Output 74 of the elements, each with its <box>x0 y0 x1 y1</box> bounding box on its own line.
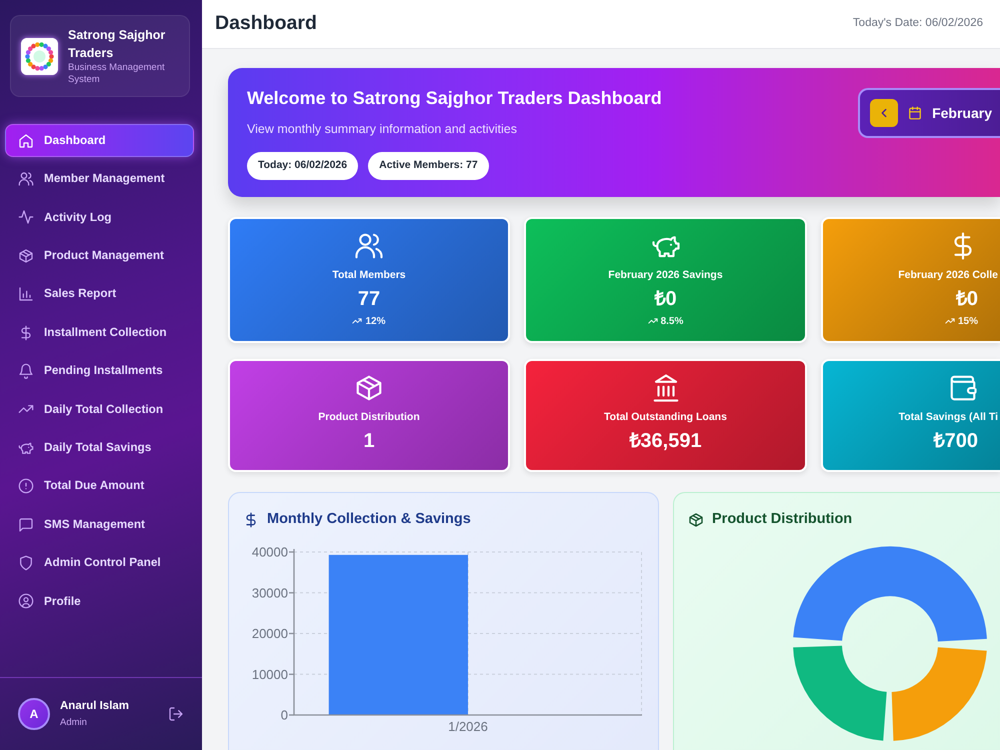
panel-title: Monthly Collection & Savings <box>267 510 471 529</box>
tick-mark <box>289 592 294 594</box>
trend-percent: 12% <box>365 314 386 329</box>
welcome-subtitle: View monthly summary information and activities <box>247 120 518 138</box>
welcome-title: Welcome to Satrong Sajghor Traders Dashboard <box>247 88 662 110</box>
axis-label: 30000 <box>252 585 288 600</box>
stat-title: February 2026 Colle <box>898 268 998 283</box>
box-icon <box>354 373 384 403</box>
stat-value: ₺700 <box>934 428 978 453</box>
sidebar-item[interactable]: Dashboard <box>5 124 194 158</box>
home-icon <box>18 132 34 149</box>
calendar-icon <box>908 106 922 120</box>
sidebar-item[interactable]: Daily Total Collection <box>5 392 194 426</box>
tick-mark <box>289 632 294 634</box>
stat-title: February 2026 Savings <box>608 268 723 283</box>
stat-value: ₺0 <box>956 286 978 311</box>
bell-icon <box>18 363 34 380</box>
axis-label: 20000 <box>252 626 288 641</box>
sidebar-item[interactable]: Pending Installments <box>5 354 194 388</box>
users-icon <box>18 171 34 188</box>
sidebar-item[interactable]: Admin Control Panel <box>5 546 194 580</box>
alert-icon <box>18 478 34 494</box>
stat-value: ₺36,591 <box>629 428 702 453</box>
previous-month-button[interactable] <box>870 99 898 127</box>
stat-value: 1 <box>363 428 375 453</box>
axis-label: 40000 <box>252 544 288 560</box>
user-circle-icon <box>18 593 34 610</box>
tick-mark <box>289 673 294 675</box>
panel-title: Product Distribution <box>712 510 852 529</box>
sidebar-item[interactable]: Product Management <box>5 239 194 273</box>
user-avatar: A <box>18 698 50 730</box>
box-icon <box>688 512 704 528</box>
stat-title: Total Members <box>332 268 406 283</box>
tick-mark <box>289 551 294 552</box>
wallet-icon <box>948 373 978 403</box>
sidebar-item[interactable]: Activity Log <box>5 200 194 234</box>
month-label: February <box>932 104 992 123</box>
bar-chart-icon <box>18 286 34 302</box>
shield-icon <box>18 554 34 571</box>
chat-icon <box>18 516 34 533</box>
trend-up-icon <box>648 316 658 326</box>
sidebar-item[interactable]: SMS Management <box>5 508 194 542</box>
page-title: Dashboard <box>215 12 317 36</box>
pulse-icon <box>18 209 34 226</box>
logo <box>21 38 58 74</box>
logout-icon <box>168 706 184 722</box>
axis-label: 1/2026 <box>448 718 488 734</box>
sidebar-item[interactable]: Sales Report <box>5 278 194 311</box>
axis-label: 10000 <box>252 666 288 682</box>
stat-value: 77 <box>358 286 380 311</box>
brand-name: Satrong Sajghor Traders <box>68 26 166 62</box>
user-name: Anarul Islam <box>60 699 130 714</box>
sidebar-item[interactable]: Total Due Amount <box>5 470 194 503</box>
sidebar-item[interactable]: Profile <box>5 584 194 618</box>
users-icon <box>354 231 384 261</box>
trend-percent: 8.5% <box>660 314 684 329</box>
trend-percent: 15% <box>958 314 978 329</box>
trend-up-icon <box>352 316 362 326</box>
info-pill: Today: 06/02/2026 <box>247 152 358 180</box>
stat-title: Total Outstanding Loans <box>604 410 727 425</box>
sidebar-item[interactable]: Installment Collection <box>5 316 194 350</box>
box-icon <box>18 248 34 264</box>
sidebar-item[interactable]: Member Management <box>5 162 194 196</box>
info-pill: Active Members: 77 <box>368 152 489 180</box>
stat-title: Product Distribution <box>318 410 420 425</box>
current-date: Today's Date: 06/02/2026 <box>852 16 983 32</box>
user-role: Admin <box>60 716 88 730</box>
brand-subtitle: Business Management System <box>68 62 166 86</box>
logout-button[interactable] <box>168 706 184 722</box>
stat-title: Total Savings (All Ti <box>898 410 998 425</box>
axis-label: 0 <box>280 707 288 722</box>
sidebar-item[interactable]: Daily Total Savings <box>5 431 194 465</box>
stat-value: ₺0 <box>654 286 677 311</box>
trend-up-icon <box>944 316 955 326</box>
